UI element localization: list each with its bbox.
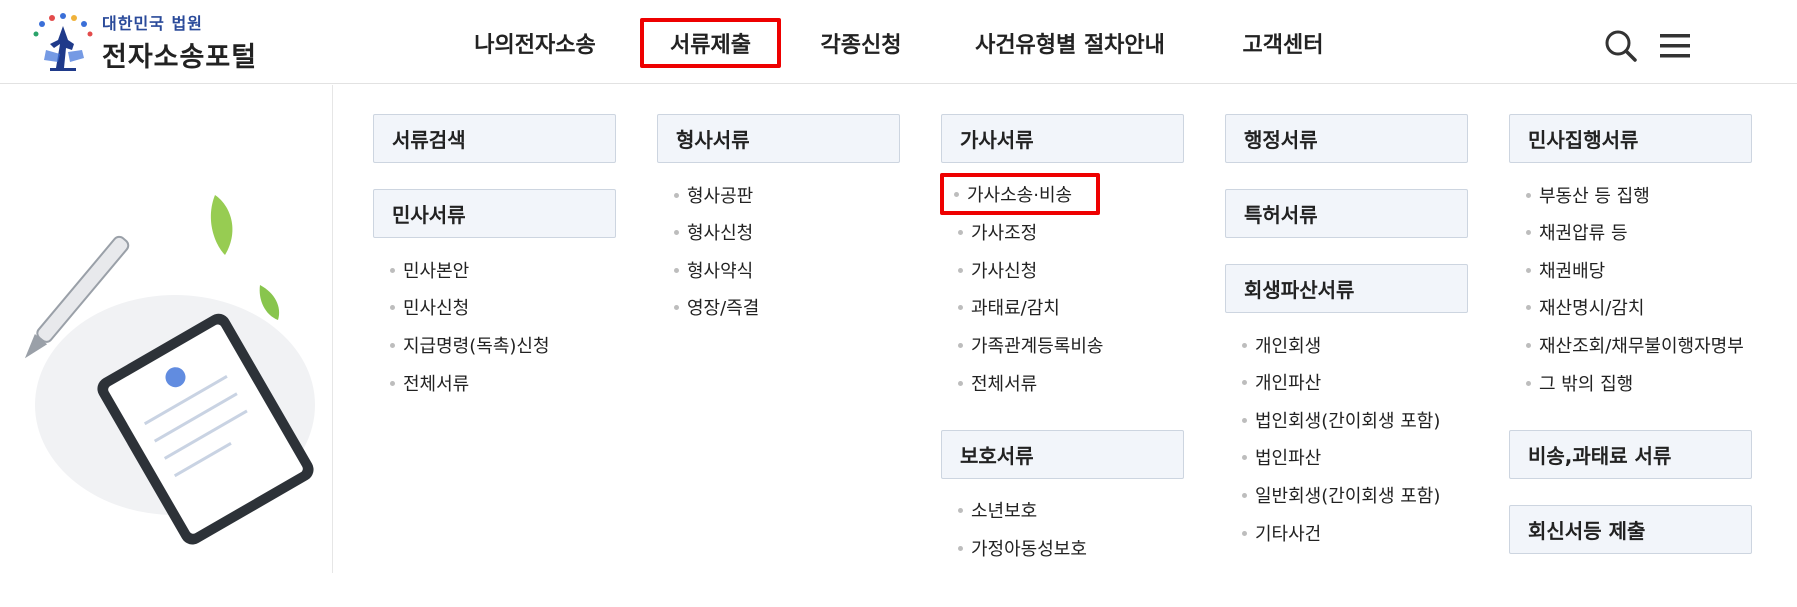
logo-subtitle: 대한민국 법원 (102, 14, 203, 33)
bullet-icon (958, 545, 963, 551)
criminal-item-warrant[interactable]: 영장/즉결 (674, 292, 759, 322)
exec-item-inquiry[interactable]: 재산조회/채무불이행자명부 (1526, 330, 1744, 360)
nav-various-applications[interactable]: 각종신청 (806, 18, 916, 68)
family-item-fine[interactable]: 과태료/감치 (958, 292, 1060, 322)
rehab-item-other[interactable]: 기타사건 (1242, 518, 1321, 548)
protection-item-juvenile[interactable]: 소년보호 (958, 495, 1037, 525)
logo-title: 전자소송포털 (102, 42, 258, 73)
family-item-registration[interactable]: 가족관계등록비송 (958, 330, 1103, 360)
family-item-application[interactable]: 가사신청 (958, 255, 1037, 285)
tablet-document-illustration (24, 195, 315, 545)
family-docs-header[interactable]: 가사서류 (941, 114, 1184, 163)
rehab-item-personal-rehab[interactable]: 개인회생 (1242, 330, 1321, 360)
patent-docs-header[interactable]: 특허서류 (1225, 189, 1468, 238)
criminal-item-summary[interactable]: 형사약식 (674, 255, 753, 285)
civil-item-payment-order[interactable]: 지급명령(독촉)신청 (390, 330, 550, 360)
civil-docs-header[interactable]: 민사서류 (373, 189, 616, 238)
bullet-icon (958, 229, 963, 235)
noncontentious-docs-header[interactable]: 비송,과태료 서류 (1509, 430, 1752, 479)
nav-document-submit[interactable]: 서류제출 (640, 18, 781, 68)
bullet-icon (1526, 229, 1531, 235)
criminal-docs-header[interactable]: 형사서류 (657, 114, 900, 163)
court-emblem-icon (33, 13, 93, 71)
hamburger-menu-icon[interactable] (1656, 26, 1696, 66)
illustration-panel (0, 85, 333, 573)
nav-my-ecase[interactable]: 나의전자소송 (460, 18, 610, 68)
exec-item-other[interactable]: 그 밖의 집행 (1526, 368, 1633, 398)
bullet-icon (958, 267, 963, 273)
bullet-icon (958, 380, 963, 386)
exec-item-real-estate[interactable]: 부동산 등 집행 (1526, 180, 1650, 210)
doc-search-box[interactable]: 서류검색 (373, 114, 616, 163)
bullet-icon (1526, 342, 1531, 348)
family-item-mediation[interactable]: 가사조정 (958, 217, 1037, 247)
bullet-icon (390, 342, 395, 348)
criminal-item-application[interactable]: 형사신청 (674, 217, 753, 247)
rehab-item-corp-rehab[interactable]: 법인회생(간이회생 포함) (1242, 405, 1440, 435)
criminal-item-trial[interactable]: 형사공판 (674, 180, 753, 210)
bullet-icon (958, 304, 963, 310)
admin-docs-header[interactable]: 행정서류 (1225, 114, 1468, 163)
reply-submit-header[interactable]: 회신서등 제출 (1509, 505, 1752, 554)
bullet-icon (958, 342, 963, 348)
bullet-icon (674, 267, 679, 273)
civil-item-all[interactable]: 전체서류 (390, 368, 469, 398)
rehab-item-general-rehab[interactable]: 일반회생(간이회생 포함) (1242, 480, 1440, 510)
protection-item-family-child[interactable]: 가정아동성보호 (958, 533, 1087, 563)
bullet-icon (1242, 530, 1247, 536)
bullet-icon (1242, 454, 1247, 460)
civil-item-application[interactable]: 민사신청 (390, 292, 469, 322)
exec-item-seizure[interactable]: 채권압류 등 (1526, 217, 1628, 247)
search-icon[interactable] (1601, 26, 1641, 66)
bullet-icon (1526, 192, 1531, 198)
rehab-item-corp-bankruptcy[interactable]: 법인파산 (1242, 442, 1321, 472)
bullet-icon (954, 191, 959, 197)
bullet-icon (958, 507, 963, 513)
civil-item-main[interactable]: 민사본안 (390, 255, 469, 285)
bullet-icon (674, 229, 679, 235)
nav-procedure-guide[interactable]: 사건유형별 절차안내 (960, 18, 1180, 68)
bullet-icon (1526, 380, 1531, 386)
bullet-icon (390, 304, 395, 310)
bullet-icon (674, 192, 679, 198)
exec-item-disclosure[interactable]: 재산명시/감치 (1526, 292, 1644, 322)
bullet-icon (1242, 492, 1247, 498)
bullet-icon (390, 267, 395, 273)
bullet-icon (1242, 379, 1247, 385)
bullet-icon (1242, 342, 1247, 348)
rehab-item-personal-bankruptcy[interactable]: 개인파산 (1242, 367, 1321, 397)
bullet-icon (390, 380, 395, 386)
bullet-icon (1526, 267, 1531, 273)
bullet-icon (1242, 417, 1247, 423)
site-logo[interactable]: 대한민국 법원 전자소송포털 (28, 10, 268, 74)
header: 대한민국 법원 전자소송포털 나의전자소송 서류제출 각종신청 사건유형별 절차… (0, 0, 1797, 84)
protection-docs-header[interactable]: 보호서류 (941, 430, 1184, 479)
family-item-all[interactable]: 전체서류 (958, 368, 1037, 398)
family-item-litigation-highlighted[interactable]: 가사소송·비송 (940, 173, 1101, 215)
civil-exec-docs-header[interactable]: 민사집행서류 (1509, 114, 1752, 163)
exec-item-distribution[interactable]: 채권배당 (1526, 255, 1605, 285)
bullet-icon (1526, 304, 1531, 310)
bullet-icon (674, 304, 679, 310)
nav-customer-center[interactable]: 고객센터 (1230, 18, 1336, 68)
rehab-docs-header[interactable]: 회생파산서류 (1225, 264, 1468, 313)
